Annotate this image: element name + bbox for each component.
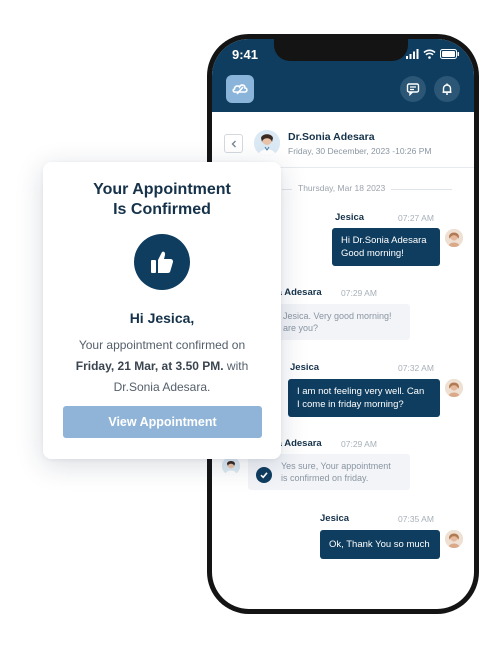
stage: 9:41 Dr.Sonia Adesara Friday, 30 Decembe… <box>0 0 500 648</box>
check-icon <box>260 472 268 479</box>
patient-avatar <box>445 229 463 247</box>
app-logo[interactable] <box>226 75 254 103</box>
message-line: are you? <box>283 323 319 333</box>
thumbs-up-badge <box>134 234 190 290</box>
confirmation-line1: Your appointment confirmed on <box>78 338 246 352</box>
confirmed-badge <box>256 467 272 483</box>
signal-icon <box>406 49 419 59</box>
message-time: 07:35 AM <box>398 514 434 524</box>
message-bubble-incoming: Jesica. Very good morning! are you? <box>274 304 410 340</box>
status-time: 9:41 <box>232 47 259 62</box>
message-line: is confirmed on friday. <box>281 473 369 483</box>
battery-icon <box>440 49 459 59</box>
doctor-name: Dr.Sonia Adesara <box>288 131 375 143</box>
card-title: Your Appointment Is Confirmed <box>43 180 281 220</box>
message-sender: Jesica <box>320 513 350 524</box>
message-line: Yes sure, Your appointment <box>281 461 391 471</box>
back-button[interactable] <box>224 134 243 153</box>
doctor-avatar-small <box>222 457 240 475</box>
message-bubble-incoming: Yes sure, Your appointment is confirmed … <box>248 454 410 490</box>
app-logo-icon <box>232 84 248 95</box>
confirmation-line3: Dr.Sonia Adesara. <box>113 380 211 394</box>
wifi-icon <box>423 49 436 59</box>
message-sender: ia Adesara <box>274 287 322 298</box>
confirmation-line2: Friday, 21 Mar, at 3.50 PM. with <box>59 356 265 377</box>
greeting: Hi Jesica, <box>129 310 195 326</box>
message-line: I come in friday morning? <box>297 399 404 410</box>
message-time: 07:29 AM <box>341 439 377 449</box>
appointment-datetime: Friday, 30 December, 2023 -10:26 PM <box>288 146 432 156</box>
card-title-line2: Is Confirmed <box>113 201 211 218</box>
confirmation-card: Your Appointment Is Confirmed Hi Jesica,… <box>43 162 281 459</box>
notifications-button[interactable] <box>434 76 460 102</box>
patient-avatar <box>445 530 463 548</box>
message-time: 07:32 AM <box>398 363 434 373</box>
chevron-left-icon <box>231 140 236 147</box>
bell-icon <box>442 83 452 95</box>
card-title-line1: Your Appointment <box>93 181 231 198</box>
status-icons <box>406 49 460 59</box>
message-sender: Jesica <box>335 212 365 223</box>
confirmation-with: with <box>223 359 249 373</box>
message-sender: Jesica <box>290 362 320 373</box>
message-bubble-outgoing: I am not feeling very well. Can I come i… <box>288 379 440 417</box>
message-time: 07:29 AM <box>341 288 377 298</box>
message-line: Ok, Thank You so much <box>329 539 430 550</box>
doctor-avatar <box>254 130 280 156</box>
message-time: 07:27 AM <box>398 213 434 223</box>
message-bubble-outgoing: Ok, Thank You so much <box>320 530 440 559</box>
patient-avatar <box>445 379 463 397</box>
thumbs-up-icon <box>151 251 174 273</box>
appointment-datetime-bold: Friday, 21 Mar, at 3.50 PM. <box>75 359 224 373</box>
message-bubble-outgoing: Hi Dr.Sonia Adesara Good morning! <box>332 228 440 266</box>
chat-button[interactable] <box>400 76 426 102</box>
message-line: Good morning! <box>341 248 404 259</box>
message-sender: ia Adesara <box>274 438 322 449</box>
message-line: Hi Dr.Sonia Adesara <box>341 235 427 246</box>
message-line: I am not feeling very well. Can <box>297 386 425 397</box>
phone-notch <box>274 39 408 61</box>
view-appointment-button[interactable]: View Appointment <box>63 406 262 438</box>
message-line: Jesica. Very good morning! <box>283 311 392 321</box>
chat-icon <box>406 83 420 96</box>
doctor-bar: Dr.Sonia Adesara Friday, 30 December, 20… <box>212 112 474 168</box>
day-label: Thursday, Mar 18 2023 <box>292 183 392 193</box>
confirmation-text: Your appointment confirmed on Friday, 21… <box>59 335 265 398</box>
